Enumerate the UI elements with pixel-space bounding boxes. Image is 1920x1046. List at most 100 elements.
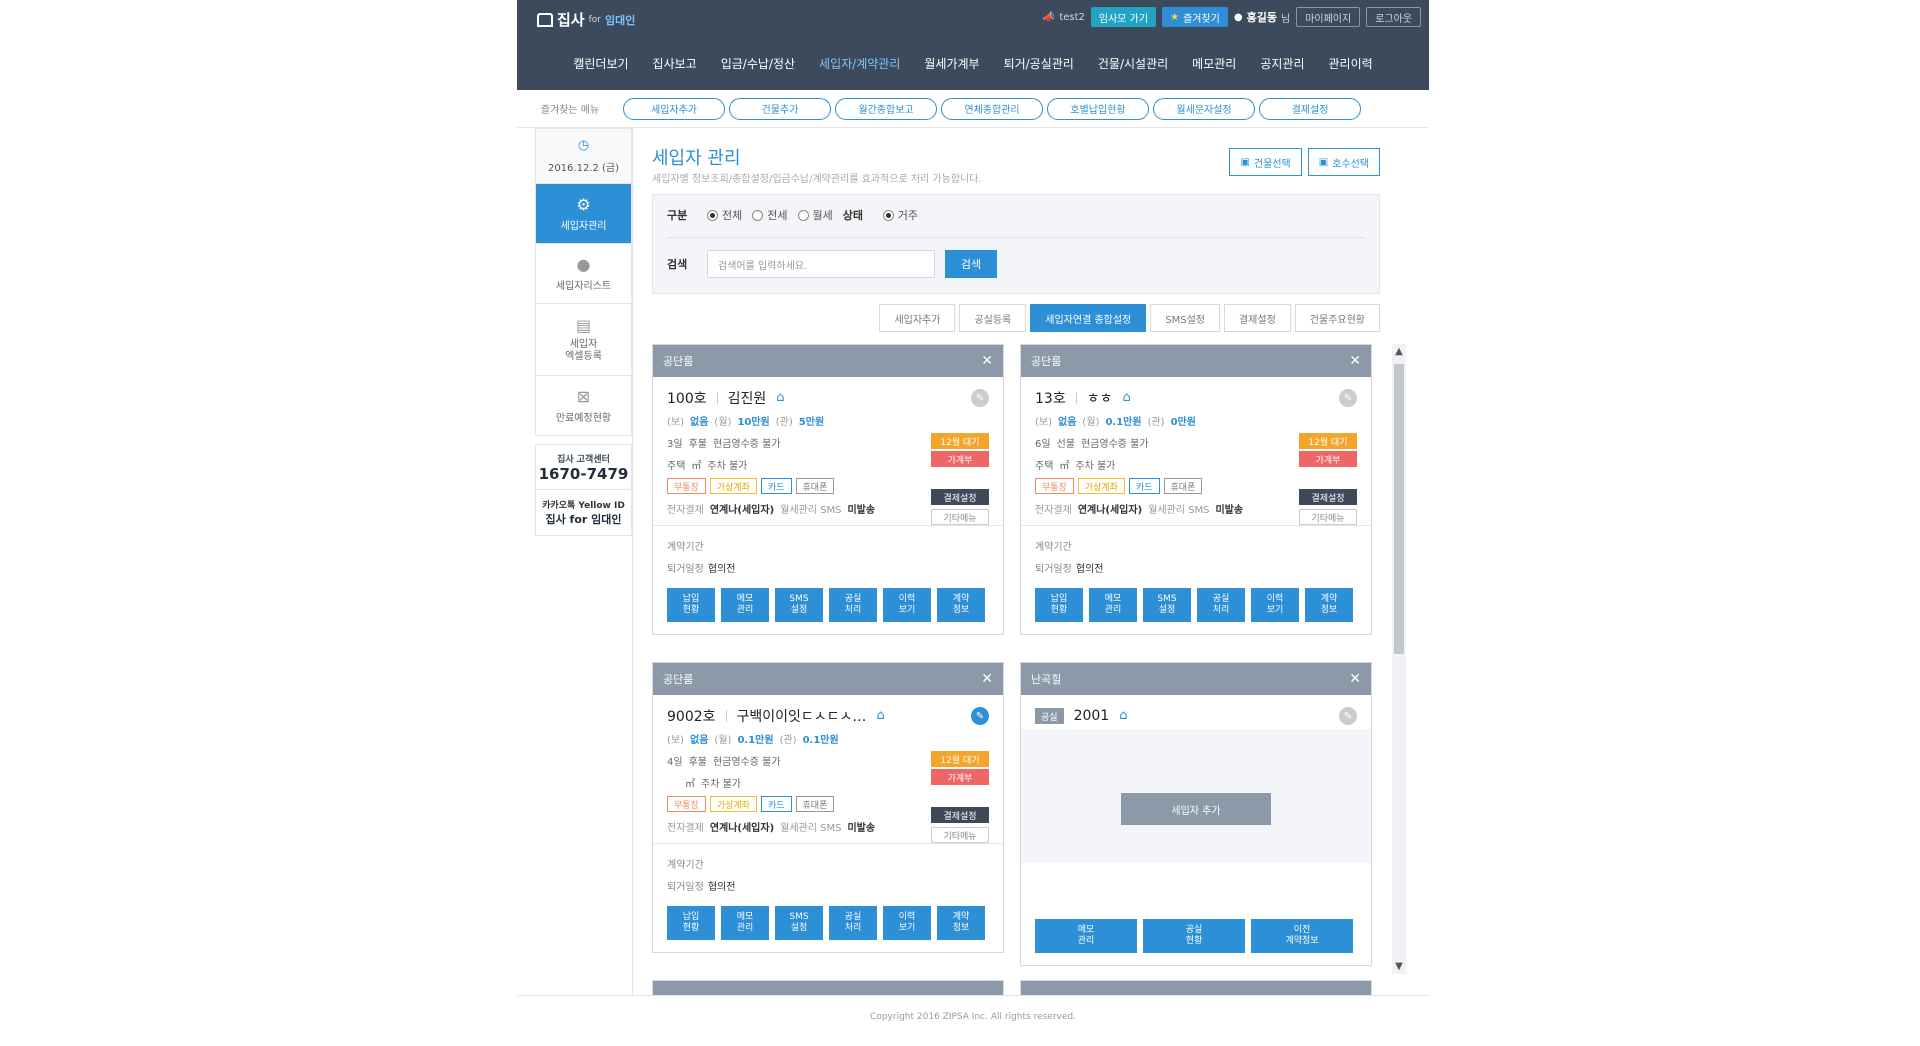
fav-unit-payment[interactable]: 호별납입현황 [1047, 97, 1149, 120]
tab-building-status[interactable]: 건물주요현황 [1294, 304, 1380, 332]
sidebar-item-excel-upload[interactable]: ▤ 세입자 엑셀등록 [535, 304, 632, 376]
sms-value: 미발송 [847, 822, 876, 834]
contract-info-button[interactable]: 계약 정보 [1305, 588, 1353, 622]
payment-setting-button[interactable]: 결제설정 [931, 489, 989, 505]
fav-add-building[interactable]: 건물추가 [729, 97, 831, 120]
tab-register-vacancy[interactable]: 공실등록 [959, 304, 1027, 332]
tenant-name[interactable]: ㅎㅎ [1087, 388, 1113, 408]
chip-virtual-account: 가상계좌 [709, 478, 757, 494]
payment-setting-button[interactable]: 결제설정 [1299, 489, 1357, 505]
scroll-thumb[interactable] [1394, 364, 1404, 654]
memo-button[interactable]: 메모 관리 [721, 906, 769, 940]
sidebar-item-expiring[interactable]: ⊠ 만료예정현황 [535, 376, 632, 436]
nav-history[interactable]: 관리이력 [1317, 55, 1385, 72]
sidebar-item-tenant-manage[interactable]: ⚙ 세입자관리 [535, 184, 632, 244]
logout-button[interactable]: 로그아웃 [1366, 7, 1421, 27]
scroll-down-icon[interactable]: ▼ [1392, 961, 1406, 972]
logo-main: 집사 [557, 11, 585, 29]
vacancy-process-button[interactable]: 공실 처리 [829, 588, 877, 622]
fav-payment-setting[interactable]: 결제설정 [1259, 97, 1361, 120]
tenant-name[interactable]: 김진원 [728, 388, 767, 408]
kakao-banner[interactable]: 카카오톡 Yellow ID 집사 for 임대인 [535, 490, 632, 536]
close-icon[interactable]: ✕ [981, 671, 993, 687]
vacancy-status-button[interactable]: 공실 현황 [1143, 919, 1245, 953]
favorite-button[interactable]: ★ 즐겨찾기 [1162, 7, 1228, 27]
payment-status-button[interactable]: 납입 현황 [667, 906, 715, 940]
contract-info-button[interactable]: 계약 정보 [937, 588, 985, 622]
ledger-badge[interactable]: 가계부 [931, 451, 989, 467]
fav-add-tenant[interactable]: 세입자추가 [623, 97, 725, 120]
radio-residing[interactable]: 거주 [882, 207, 918, 223]
edit-icon[interactable]: ✎ [971, 707, 989, 725]
nav-memo[interactable]: 메모관리 [1180, 55, 1248, 72]
nav-vacancy[interactable]: 퇴거/공실관리 [992, 55, 1086, 72]
scroll-up-icon[interactable]: ▲ [1392, 346, 1406, 357]
previous-contract-button[interactable]: 이전 계약정보 [1251, 919, 1353, 953]
customer-center-banner[interactable]: 집사 고객센터 1670-7479 [535, 444, 632, 490]
memo-button[interactable]: 메모 관리 [721, 588, 769, 622]
logo[interactable]: 집사 for 임대인 [537, 9, 635, 30]
nav-calendar[interactable]: 캘린더보기 [561, 55, 640, 72]
etc-menu-button[interactable]: 기타메뉴 [1299, 509, 1357, 525]
nav-payment[interactable]: 입금/수납/정산 [709, 55, 807, 72]
tab-payment-setting[interactable]: 결제설정 [1223, 304, 1291, 332]
vacancy-process-button[interactable]: 공실 처리 [1197, 588, 1245, 622]
tab-integrated-setting[interactable]: 세입자연결 종합설정 [1030, 304, 1147, 332]
search-input[interactable]: 검색어를 입력하세요. [707, 250, 935, 278]
history-button[interactable]: 이력 보기 [883, 906, 931, 940]
nav-notice[interactable]: 공지관리 [1248, 55, 1316, 72]
sms-setting-button[interactable]: SMS 설정 [775, 906, 823, 940]
select-unit-button[interactable]: ▣ 호수선택 [1307, 148, 1380, 176]
unit-number: 100호 [667, 391, 707, 407]
nav-report[interactable]: 집사보고 [641, 55, 709, 72]
tenant-name[interactable]: 구백이이잇ㄷㅅㄷㅅ… [737, 706, 867, 726]
add-tenant-button[interactable]: 세입자 추가 [1121, 793, 1271, 825]
etc-menu-button[interactable]: 기타메뉴 [931, 509, 989, 525]
radio-all[interactable]: 전체 [707, 207, 742, 223]
payment-setting-button[interactable]: 결제설정 [931, 807, 989, 823]
status-badge[interactable]: 12월 대기 [1299, 433, 1357, 449]
vacancy-process-button[interactable]: 공실 처리 [829, 906, 877, 940]
tab-add-tenant[interactable]: 세입자추가 [879, 304, 956, 332]
cards-scrollbar[interactable]: ▲ ▼ [1392, 344, 1406, 974]
sms-setting-button[interactable]: SMS 설정 [1143, 588, 1191, 622]
money-row: (보) 없음 (월) 0.1만원 (관) 0.1만원 [667, 727, 989, 749]
status-badge[interactable]: 12월 대기 [931, 751, 989, 767]
payment-status-button[interactable]: 납입 현황 [1035, 588, 1083, 622]
house-icon: ⌂ [876, 708, 885, 723]
fav-rent-sms[interactable]: 월세문자설정 [1153, 97, 1255, 120]
status-badge[interactable]: 12월 대기 [931, 433, 989, 449]
mypage-button[interactable]: 마이페이지 [1296, 7, 1361, 27]
tab-sms-setting[interactable]: SMS설정 [1150, 304, 1220, 332]
close-icon[interactable]: ✕ [1349, 353, 1361, 369]
fav-overdue[interactable]: 연체종합관리 [941, 97, 1043, 120]
history-button[interactable]: 이력 보기 [1251, 588, 1299, 622]
goto-community-button[interactable]: 임사모 가기 [1090, 7, 1157, 27]
user-suffix: 님 [1280, 13, 1291, 25]
fav-monthly-report[interactable]: 월간종합보고 [835, 97, 937, 120]
radio-monthly[interactable]: 월세 [797, 207, 833, 223]
select-building-button[interactable]: ▣ 건물선택 [1229, 148, 1302, 176]
close-icon[interactable]: ✕ [1349, 671, 1361, 687]
memo-button[interactable]: 메모 관리 [1089, 588, 1137, 622]
edit-icon[interactable]: ✎ [1339, 389, 1357, 407]
history-button[interactable]: 이력 보기 [883, 588, 931, 622]
nav-building[interactable]: 건물/시설관리 [1086, 55, 1180, 72]
nav-tenant[interactable]: 세입자/계약관리 [807, 55, 912, 72]
ledger-badge[interactable]: 가계부 [1299, 451, 1357, 467]
contract-info-button[interactable]: 계약 정보 [937, 906, 985, 940]
etc-menu-button[interactable]: 기타메뉴 [931, 827, 989, 843]
radio-jeonse[interactable]: 전세 [752, 207, 788, 223]
close-icon[interactable]: ✕ [981, 353, 993, 369]
pay-type: 후불 [688, 438, 707, 450]
nav-ledger[interactable]: 월세가계부 [912, 55, 991, 72]
payment-status-button[interactable]: 납입 현황 [667, 588, 715, 622]
sidebar-item-tenant-list[interactable]: ● 세입자리스트 [535, 244, 632, 304]
edit-icon[interactable]: ✎ [1339, 707, 1357, 725]
edit-icon[interactable]: ✎ [971, 389, 989, 407]
ledger-badge[interactable]: 가계부 [931, 769, 989, 785]
sms-setting-button[interactable]: SMS 설정 [775, 588, 823, 622]
memo-button[interactable]: 메모 관리 [1035, 919, 1137, 953]
sidebar-item-label: 세입자리스트 [555, 281, 612, 292]
search-button[interactable]: 검색 [945, 250, 997, 278]
